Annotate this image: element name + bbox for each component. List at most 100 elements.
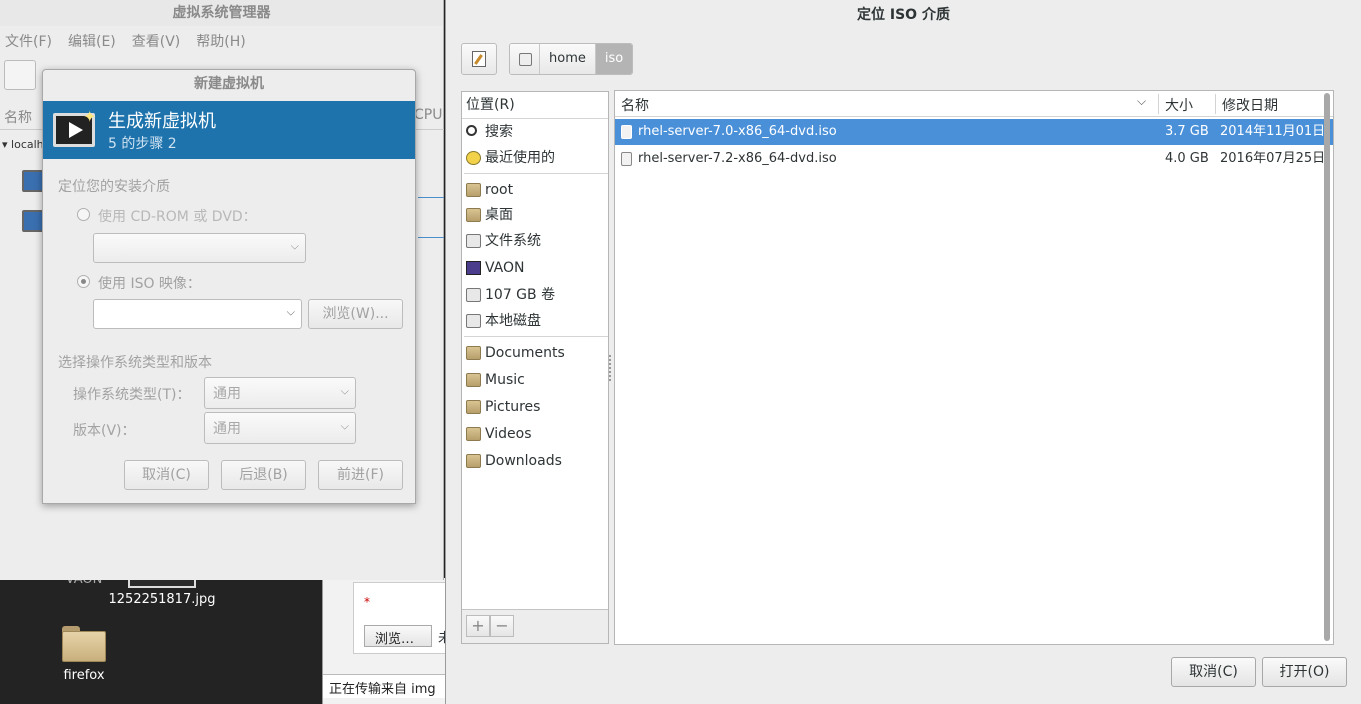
- back-button[interactable]: 后退(B): [221, 460, 306, 490]
- add-bookmark-button[interactable]: +: [466, 615, 490, 637]
- menu-view[interactable]: 查看(V): [132, 31, 181, 51]
- browse-button[interactable]: 浏览…: [364, 625, 432, 647]
- vm-icon[interactable]: [22, 210, 44, 232]
- home-folder-icon: [466, 183, 481, 197]
- os-type-select[interactable]: 通用 ⌵: [204, 377, 356, 409]
- place-documents[interactable]: Documents: [462, 340, 608, 366]
- menu-file[interactable]: 文件(F): [5, 31, 52, 51]
- breadcrumb-home[interactable]: home: [540, 44, 596, 74]
- chevron-down-icon: ⌵: [340, 419, 349, 433]
- column-divider: [1215, 94, 1216, 114]
- place-desktop[interactable]: 桌面: [462, 202, 608, 228]
- iso-radio-label: 使用 ISO 映像：: [98, 276, 201, 292]
- search-icon: [466, 125, 477, 136]
- breadcrumb: home iso: [509, 43, 634, 75]
- status-bar: 正在传输来自 img: [323, 674, 453, 698]
- place-vaon[interactable]: VAON: [462, 255, 608, 281]
- column-size[interactable]: 大小: [1165, 95, 1193, 115]
- new-vm-dialog: 新建虚拟机 ✦ 生成新虚拟机 5 的步骤 2 定位您的安装介质 使用 CD-RO…: [42, 69, 416, 504]
- file-list: 名称 ⌵ 大小 修改日期 rhel-server-7.0-x86_64-dvd.…: [614, 90, 1334, 645]
- open-button[interactable]: 打开(O): [1262, 657, 1347, 687]
- column-name[interactable]: 名称: [4, 107, 32, 127]
- desktop-folder-icon: [466, 208, 481, 222]
- file-name: rhel-server-7.2-x86_64-dvd.iso: [638, 151, 837, 166]
- upload-form: * 浏览… 未: [353, 582, 453, 654]
- videos-folder-icon: [466, 427, 481, 441]
- remove-bookmark-button[interactable]: −: [490, 615, 514, 637]
- downloads-folder-icon: [466, 454, 481, 468]
- cancel-button[interactable]: 取消(C): [124, 460, 209, 490]
- breadcrumb-iso[interactable]: iso: [595, 44, 633, 74]
- place-107gb-volume[interactable]: 107 GB 卷: [462, 282, 608, 308]
- sort-chevron-icon[interactable]: ⌵: [1137, 94, 1146, 109]
- place-label: Pictures: [485, 399, 541, 415]
- place-recent[interactable]: 最近使用的: [462, 145, 608, 171]
- menu-edit[interactable]: 编辑(E): [68, 31, 116, 51]
- new-vm-icon[interactable]: [4, 60, 36, 90]
- os-section-label: 选择操作系统类型和版本: [58, 355, 212, 371]
- drive-crumb-icon[interactable]: [510, 44, 540, 74]
- desktop-icon-firefox[interactable]: firefox: [54, 626, 114, 683]
- place-videos[interactable]: Videos: [462, 421, 608, 447]
- vertical-scrollbar[interactable]: [1324, 93, 1330, 641]
- place-label: 最近使用的: [485, 150, 555, 166]
- version-label: 版本(V)：: [73, 423, 136, 439]
- wizard-banner: ✦ 生成新虚拟机 5 的步骤 2: [43, 101, 415, 159]
- place-root[interactable]: root: [462, 177, 608, 203]
- place-label: Videos: [485, 426, 532, 442]
- iso-chooser-dialog: 定位 ISO 介质 home iso 位置(R) 搜索 最近使用的 root 桌…: [445, 0, 1361, 704]
- disc-image-icon: [621, 152, 632, 166]
- os-type-label: 操作系统类型(T)：: [73, 387, 191, 403]
- recent-icon: [466, 151, 481, 165]
- iso-path-combo[interactable]: ⌵: [93, 299, 302, 329]
- cancel-button[interactable]: 取消(C): [1171, 657, 1256, 687]
- file-modified: 2014年11月01日: [1220, 124, 1326, 139]
- place-downloads[interactable]: Downloads: [462, 448, 608, 474]
- cdrom-select[interactable]: ⌵: [93, 233, 306, 263]
- file-list-header: 名称 ⌵ 大小 修改日期: [615, 91, 1333, 117]
- menu-help[interactable]: 帮助(H): [196, 31, 245, 51]
- folder-icon: [466, 346, 481, 360]
- cpu-usage-graph: [418, 226, 444, 238]
- place-music[interactable]: Music: [462, 367, 608, 393]
- pane-resize-handle[interactable]: [609, 355, 613, 381]
- divider: [464, 173, 608, 174]
- column-name[interactable]: 名称: [621, 95, 649, 115]
- column-divider: [1158, 94, 1159, 114]
- file-row[interactable]: rhel-server-7.0-x86_64-dvd.iso 3.7 GB 20…: [615, 119, 1333, 145]
- dialog-title: 新建虚拟机: [194, 76, 264, 92]
- desktop-icon-jpg[interactable]: 1252251817.jpg: [100, 592, 224, 607]
- version-select[interactable]: 通用 ⌵: [204, 412, 356, 444]
- place-label: 搜索: [485, 124, 513, 140]
- banner-title: 生成新虚拟机: [108, 111, 216, 132]
- place-filesystem[interactable]: 文件系统: [462, 228, 608, 254]
- column-modified[interactable]: 修改日期: [1222, 95, 1278, 115]
- cpu-usage-graph: [418, 186, 444, 198]
- chevron-down-icon: ⌵: [286, 305, 295, 319]
- required-mark: *: [364, 595, 370, 609]
- place-local-disk[interactable]: 本地磁盘: [462, 308, 608, 334]
- file-row[interactable]: rhel-server-7.2-x86_64-dvd.iso 4.0 GB 20…: [615, 146, 1333, 172]
- create-folder-button[interactable]: [461, 43, 497, 75]
- file-name: rhel-server-7.0-x86_64-dvd.iso: [638, 124, 837, 139]
- places-sidebar: 位置(R) 搜索 最近使用的 root 桌面 文件系统 VAON 107 GB …: [461, 91, 609, 644]
- cdrom-radio[interactable]: [77, 208, 90, 221]
- forward-button[interactable]: 前进(F): [318, 460, 403, 490]
- vaon-drive-icon: [466, 261, 481, 275]
- column-cpu[interactable]: CPU: [414, 107, 442, 123]
- pictures-folder-icon: [466, 400, 481, 414]
- place-search[interactable]: 搜索: [462, 119, 608, 145]
- place-pictures[interactable]: Pictures: [462, 394, 608, 420]
- place-label: Music: [485, 372, 525, 388]
- file-size: 3.7 GB: [1165, 124, 1209, 139]
- place-label: Documents: [485, 345, 565, 361]
- folder-icon: [62, 626, 106, 662]
- place-label: 本地磁盘: [485, 313, 541, 329]
- drive-icon: [466, 288, 481, 302]
- places-toolbar: + −: [462, 609, 608, 643]
- disc-image-icon: [621, 125, 632, 139]
- browse-button[interactable]: 浏览(W)...: [308, 299, 403, 329]
- menubar: 文件(F) 编辑(E) 查看(V) 帮助(H): [0, 26, 443, 56]
- vm-icon[interactable]: [22, 170, 44, 192]
- iso-radio[interactable]: [77, 275, 90, 288]
